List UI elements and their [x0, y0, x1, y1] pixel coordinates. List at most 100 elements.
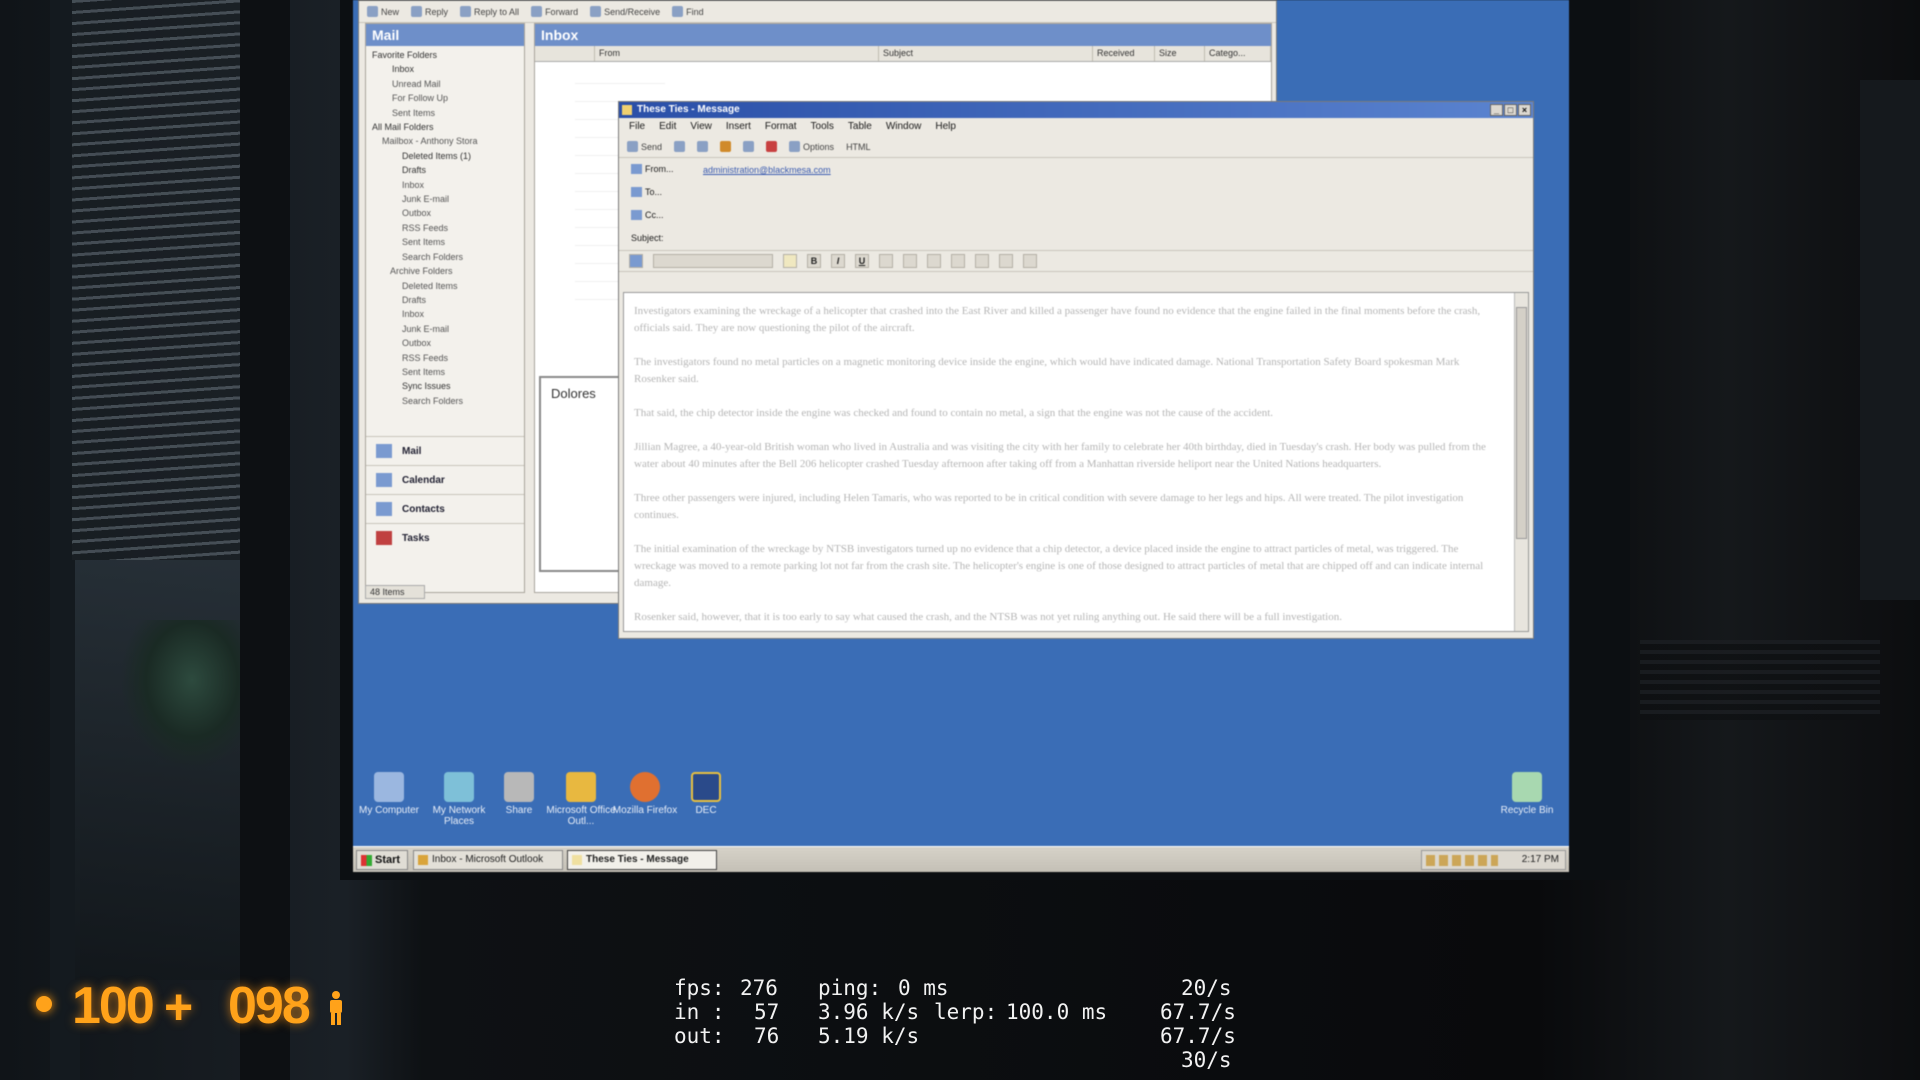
- increase-indent-icon[interactable]: [1023, 254, 1037, 268]
- font-color-icon[interactable]: [783, 254, 797, 268]
- taskbar-item-message[interactable]: These Ties - Message: [567, 850, 717, 870]
- taskbar-item-outlook[interactable]: Inbox - Microsoft Outlook: [413, 850, 563, 870]
- folder-item[interactable]: Sync Issues: [372, 379, 518, 393]
- bold-button[interactable]: B: [807, 254, 821, 268]
- column-icons[interactable]: [535, 46, 595, 61]
- folder-item[interactable]: Search Folders: [372, 250, 518, 264]
- column-size[interactable]: Size: [1155, 46, 1205, 61]
- folder-item[interactable]: Outbox: [372, 336, 518, 350]
- message-body[interactable]: Investigators examining the wreckage of …: [623, 292, 1529, 632]
- desktop-icon-outlook[interactable]: Microsoft Office Outl...: [545, 772, 617, 827]
- folder-item[interactable]: Deleted Items (1): [372, 149, 518, 163]
- net-rate-3: 67.7/s: [1160, 1024, 1236, 1048]
- save-icon[interactable]: [629, 254, 643, 268]
- folder-item[interactable]: RSS Feeds: [372, 221, 518, 235]
- menu-help[interactable]: Help: [935, 121, 956, 133]
- menu-file[interactable]: File: [629, 121, 645, 133]
- maximize-button[interactable]: □: [1504, 104, 1517, 116]
- folder-item[interactable]: Junk E-mail: [372, 322, 518, 336]
- numbered-list-icon[interactable]: [951, 254, 965, 268]
- menu-tools[interactable]: Tools: [811, 121, 834, 133]
- italic-button[interactable]: I: [831, 254, 845, 268]
- favorite-folder[interactable]: Inbox: [372, 62, 518, 76]
- column-received[interactable]: Received: [1093, 46, 1155, 61]
- desktop-icon-dec[interactable]: DEC: [670, 772, 742, 816]
- folder-item[interactable]: Archive Folders: [372, 264, 518, 278]
- column-from[interactable]: From: [595, 46, 879, 61]
- underline-button[interactable]: U: [855, 254, 869, 268]
- folder-item[interactable]: Search Folders: [372, 394, 518, 408]
- nav-calendar-button[interactable]: Calendar: [366, 465, 524, 494]
- net-fps-label: fps:: [674, 976, 725, 1000]
- menu-window[interactable]: Window: [886, 121, 922, 133]
- column-subject[interactable]: Subject: [879, 46, 1093, 61]
- tasks-icon: [376, 531, 392, 545]
- attach-button[interactable]: [674, 141, 686, 152]
- bullet-list-icon[interactable]: [975, 254, 989, 268]
- folder-item[interactable]: Inbox: [372, 178, 518, 192]
- mailbox-folder[interactable]: Mailbox - Anthony Stora: [372, 134, 518, 148]
- reply-button[interactable]: Reply: [411, 6, 448, 17]
- menu-table[interactable]: Table: [848, 121, 872, 133]
- find-button[interactable]: Find: [672, 6, 704, 17]
- start-button[interactable]: Start: [356, 850, 408, 870]
- to-field[interactable]: [699, 185, 1519, 201]
- minimize-button[interactable]: _: [1490, 104, 1503, 116]
- options-button[interactable]: Options: [789, 141, 834, 152]
- align-right-icon[interactable]: [927, 254, 941, 268]
- from-button[interactable]: From...: [629, 161, 679, 177]
- importance-high-button[interactable]: [720, 141, 732, 152]
- desktop-icon-my-computer[interactable]: My Computer: [353, 772, 425, 816]
- tray-icons[interactable]: [1426, 855, 1498, 866]
- from-field[interactable]: administration@blackmesa.com: [699, 162, 1519, 178]
- nav-tasks-button[interactable]: Tasks: [366, 523, 524, 552]
- decrease-indent-icon[interactable]: [999, 254, 1013, 268]
- nav-contacts-button[interactable]: Contacts: [366, 494, 524, 523]
- align-center-icon[interactable]: [903, 254, 917, 268]
- message-window[interactable]: These Ties - Message _ □ × File Edit Vie…: [618, 101, 1534, 639]
- align-left-icon[interactable]: [879, 254, 893, 268]
- font-dropdown[interactable]: [653, 254, 773, 268]
- address-book-button[interactable]: [697, 141, 709, 152]
- desktop-icon-recycle-bin[interactable]: Recycle Bin: [1491, 772, 1563, 816]
- send-button[interactable]: Send: [627, 141, 662, 152]
- folder-item[interactable]: Sent Items: [372, 365, 518, 379]
- message-titlebar[interactable]: These Ties - Message _ □ ×: [619, 102, 1533, 118]
- clock[interactable]: 2:17 PM: [1522, 854, 1559, 865]
- forward-button[interactable]: Forward: [531, 6, 578, 17]
- follow-up-button[interactable]: [766, 141, 778, 152]
- folder-item[interactable]: Junk E-mail: [372, 192, 518, 206]
- folder-item[interactable]: Deleted Items: [372, 279, 518, 293]
- folder-item[interactable]: Inbox: [372, 307, 518, 321]
- body-scrollbar[interactable]: [1514, 293, 1528, 631]
- monitor-screen[interactable]: New Reply Reply to All Forward Send/Rece…: [353, 0, 1569, 872]
- folder-item[interactable]: Outbox: [372, 206, 518, 220]
- reply-all-button[interactable]: Reply to All: [460, 6, 519, 17]
- cc-button[interactable]: Cc...: [629, 207, 679, 223]
- scrollbar-thumb[interactable]: [1516, 307, 1527, 539]
- send-receive-button[interactable]: Send/Receive: [590, 6, 660, 17]
- menu-insert[interactable]: Insert: [726, 121, 751, 133]
- folder-item[interactable]: RSS Feeds: [372, 351, 518, 365]
- subject-field[interactable]: [699, 231, 1519, 247]
- menu-view[interactable]: View: [690, 121, 712, 133]
- close-button[interactable]: ×: [1518, 104, 1531, 116]
- cc-field[interactable]: [699, 208, 1519, 224]
- nav-mail-button[interactable]: Mail: [366, 436, 524, 465]
- folder-item[interactable]: Sent Items: [372, 235, 518, 249]
- favorite-folder[interactable]: Sent Items: [372, 106, 518, 120]
- new-button[interactable]: New: [367, 6, 399, 17]
- importance-low-button[interactable]: [743, 141, 755, 152]
- body-paragraph: That said, the chip detector inside the …: [634, 407, 1274, 419]
- to-button[interactable]: To...: [629, 184, 679, 200]
- menu-format[interactable]: Format: [765, 121, 797, 133]
- folder-item[interactable]: Drafts: [372, 163, 518, 177]
- format-dropdown[interactable]: HTML: [846, 142, 871, 152]
- net-in-label: in :: [674, 1000, 725, 1024]
- folder-item[interactable]: Drafts: [372, 293, 518, 307]
- menu-edit[interactable]: Edit: [659, 121, 676, 133]
- column-categories[interactable]: Catego...: [1205, 46, 1271, 61]
- new-icon: [367, 6, 378, 17]
- favorite-folder[interactable]: For Follow Up: [372, 91, 518, 105]
- favorite-folder[interactable]: Unread Mail: [372, 77, 518, 91]
